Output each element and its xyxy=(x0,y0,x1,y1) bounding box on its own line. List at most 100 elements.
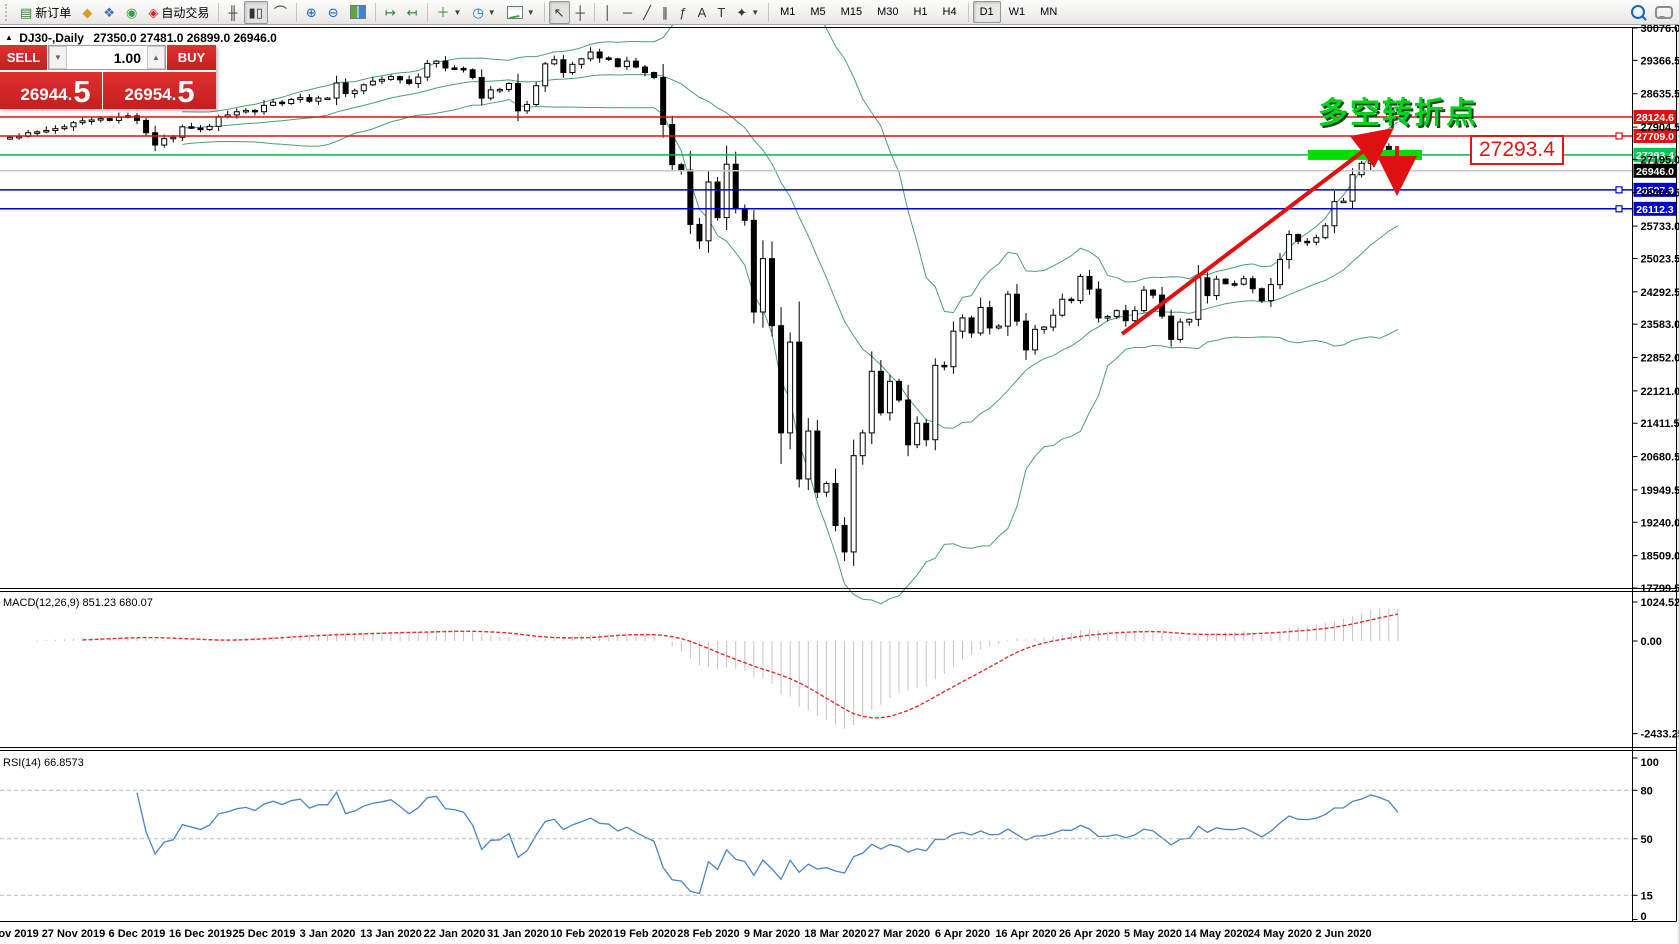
ohlc-values: 27350.0 27481.0 26899.0 26946.0 xyxy=(93,31,277,45)
community-chat-icon[interactable] xyxy=(1655,5,1673,19)
svg-text:1024.52: 1024.52 xyxy=(1641,597,1679,609)
symbol-period-label: DJ30-,Daily xyxy=(19,31,84,45)
svg-text:80: 80 xyxy=(1641,785,1653,797)
indicators-button[interactable]: ＋ ▼ xyxy=(432,1,467,24)
svg-text:27 Nov 2019: 27 Nov 2019 xyxy=(42,928,106,940)
svg-text:26112.3: 26112.3 xyxy=(1636,204,1674,216)
svg-text:26946.0: 26946.0 xyxy=(1636,166,1674,178)
navigator-icon-button[interactable]: ❖ xyxy=(98,1,120,24)
sell-price-button[interactable]: 26944. 5 xyxy=(0,70,112,109)
toolbar-separator xyxy=(967,2,969,22)
vertical-line-button[interactable]: │ xyxy=(599,1,617,24)
equidistant-channel-button[interactable]: ∥ xyxy=(657,1,674,24)
window-marker-icon: ▲ xyxy=(5,33,13,42)
svg-text:20680.5: 20680.5 xyxy=(1641,452,1679,464)
tile-windows-button[interactable] xyxy=(345,1,371,24)
market-watch-icon-button[interactable]: ◆ xyxy=(77,1,97,24)
cursor-icon: ↖ xyxy=(553,4,565,20)
buy-button[interactable]: BUY xyxy=(166,45,216,70)
timeframe-m30-button[interactable]: M30 xyxy=(870,1,905,23)
svg-text:14 May 2020: 14 May 2020 xyxy=(1184,928,1248,940)
timeframe-m5-button[interactable]: M5 xyxy=(803,1,832,23)
svg-text:26465.5: 26465.5 xyxy=(1641,188,1679,200)
trendline-button[interactable]: ╱ xyxy=(638,1,656,24)
timeframe-mn-button[interactable]: MN xyxy=(1033,1,1064,23)
svg-text:10 Feb 2020: 10 Feb 2020 xyxy=(550,928,612,940)
timeframe-m1-button[interactable]: M1 xyxy=(773,1,802,23)
svg-text:19949.5: 19949.5 xyxy=(1641,485,1679,497)
search-icon[interactable] xyxy=(1631,5,1645,19)
svg-text:25733.0: 25733.0 xyxy=(1641,221,1679,233)
svg-text:27 Mar 2020: 27 Mar 2020 xyxy=(868,928,930,940)
svg-text:15: 15 xyxy=(1641,890,1653,902)
toolbar-separator xyxy=(426,2,428,22)
new-order-button[interactable]: ▤ 新订单 xyxy=(15,1,76,24)
volume-input[interactable]: 1.00 xyxy=(67,46,147,69)
timeframe-m15-button[interactable]: M15 xyxy=(834,1,869,23)
autotrading-button[interactable]: ◈ 自动交易 xyxy=(143,1,214,24)
price-chart[interactable]: 28124.627709.027293.426946.026527.926112… xyxy=(0,0,1679,944)
auto-scroll-button[interactable]: ↦ xyxy=(380,1,401,24)
bar-chart-button[interactable]: ╫ xyxy=(223,1,242,24)
buy-price-button[interactable]: 26954. 5 xyxy=(102,70,216,109)
toolbar-separator xyxy=(374,2,376,22)
volume-increase-button[interactable]: ▲ xyxy=(147,46,165,69)
timeframe-h4-button[interactable]: H4 xyxy=(936,1,964,23)
zoom-in-button[interactable]: ⊕ xyxy=(301,1,322,24)
candles xyxy=(7,47,1401,895)
timeframe-w1-button[interactable]: W1 xyxy=(1002,1,1033,23)
crosshair-icon: ┼ xyxy=(575,4,585,20)
toolbar-separator xyxy=(295,2,297,22)
tile-windows-icon xyxy=(349,5,366,19)
crosshair-button[interactable]: ┼ xyxy=(571,1,590,24)
sell-button[interactable]: SELL xyxy=(0,45,48,70)
fibonacci-button[interactable]: ƒ xyxy=(674,1,691,24)
price-callout-box[interactable]: 27293.4 xyxy=(1470,135,1564,165)
svg-text:9 Mar 2020: 9 Mar 2020 xyxy=(744,928,800,940)
zoom-out-button[interactable]: ⊖ xyxy=(323,1,344,24)
indicators-icon: ＋ xyxy=(436,4,450,20)
candlestick-chart-icon: ▮▯ xyxy=(248,4,263,20)
chevron-down-icon: ▼ xyxy=(526,7,535,17)
volume-decrease-button[interactable]: ▼ xyxy=(49,46,67,69)
toolbar-separator xyxy=(543,2,545,22)
svg-text:18509.0: 18509.0 xyxy=(1641,551,1679,563)
svg-text:28635.5: 28635.5 xyxy=(1641,89,1679,101)
horizontal-line-button[interactable]: ─ xyxy=(618,1,637,24)
turning-point-annotation[interactable]: 多空转折点 xyxy=(1318,88,1478,132)
market-watch-icon-icon: ◆ xyxy=(82,4,93,20)
arrows-button[interactable]: ✦ ▼ xyxy=(731,1,764,24)
svg-text:25 Dec 2019: 25 Dec 2019 xyxy=(232,928,295,940)
svg-text:24292.5: 24292.5 xyxy=(1641,287,1679,299)
svg-text:29366.5: 29366.5 xyxy=(1641,55,1679,67)
periods-button[interactable]: ◷ ▼ xyxy=(467,1,500,24)
svg-text:21411.5: 21411.5 xyxy=(1641,418,1679,430)
line-chart-button[interactable]: ⌒ xyxy=(269,1,292,24)
svg-text:19 Feb 2020: 19 Feb 2020 xyxy=(614,928,676,940)
new-order-icon: ▤ xyxy=(20,4,33,20)
autotrading-button-label: 自动交易 xyxy=(161,5,210,20)
timeframe-d1-button[interactable]: D1 xyxy=(972,1,1001,23)
rsi-indicator-label: RSI(14) 66.8573 xyxy=(3,757,84,769)
signals-icon-icon: ◉ xyxy=(125,4,138,20)
svg-text:50: 50 xyxy=(1641,834,1653,846)
auto-scroll-icon: ↦ xyxy=(384,4,396,20)
templates-button[interactable]: ▼ xyxy=(502,1,540,24)
text-label-button[interactable]: T xyxy=(712,1,730,24)
sell-price: 26944 xyxy=(20,85,68,104)
toolbar: ▤ 新订单 ◆ ❖ ◉ ◈ 自动交易 ╫ ▮▯ ⌒ ⊕ ⊖ ↦ ↤ ＋ ▼ ◷ ▼ ▼ ↖ ┼ │ ─ ╱ ∥ ƒ A T ✦ ▼ M1 M5… xyxy=(0,0,1679,25)
svg-text:13 Jan 2020: 13 Jan 2020 xyxy=(360,928,422,940)
svg-text:6 Dec 2019: 6 Dec 2019 xyxy=(109,928,166,940)
toolbar-right-icons xyxy=(1631,5,1677,19)
chevron-down-icon: ▼ xyxy=(453,7,462,17)
text-button[interactable]: A xyxy=(693,1,712,24)
candlestick-chart-button[interactable]: ▮▯ xyxy=(243,0,268,24)
cursor-button[interactable]: ↖ xyxy=(548,0,570,24)
chart-shift-button[interactable]: ↤ xyxy=(402,1,423,24)
svg-text:22 Jan 2020: 22 Jan 2020 xyxy=(424,928,486,940)
timeframe-h1-button[interactable]: H1 xyxy=(906,1,934,23)
axes: 30076.029366.528635.527904.527195.026465… xyxy=(0,23,1679,940)
signals-icon-button[interactable]: ◉ xyxy=(121,1,142,24)
one-click-trading-panel: SELL ▼ 1.00 ▲ BUY 26944. 5 26954. 5 xyxy=(0,45,216,109)
drawing-objects[interactable] xyxy=(1120,127,1422,336)
